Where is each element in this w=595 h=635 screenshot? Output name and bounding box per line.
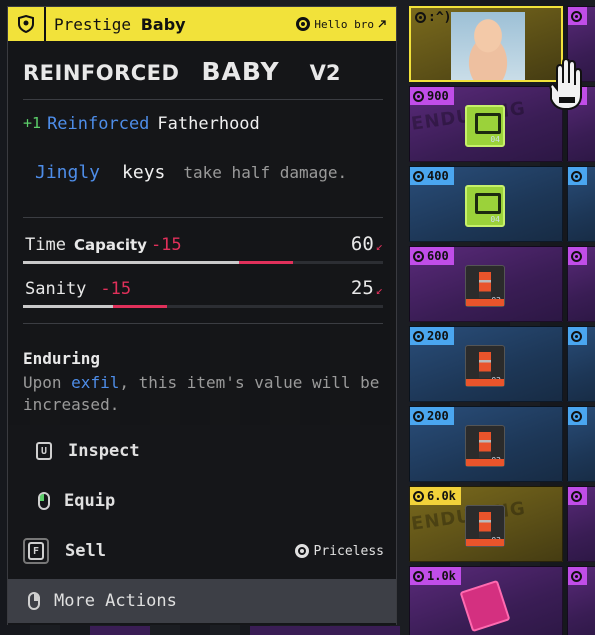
price-badge: 900 [410, 87, 454, 105]
price-badge: 600 [410, 247, 454, 265]
coin-icon [413, 170, 424, 182]
item-tooltip: Prestige Baby Hello bro REINFORCED BABY … [7, 6, 397, 625]
trait-line: +1 Reinforced Fatherhood [23, 114, 260, 134]
stat-bar-fill [23, 305, 113, 308]
perk-title: Enduring [23, 349, 101, 368]
divider [23, 217, 383, 218]
mouse-right-click-icon [28, 592, 40, 610]
hand-cursor-icon [549, 59, 582, 110]
coin-icon [571, 250, 582, 262]
item-tag: 03 [491, 536, 501, 545]
price-badge: 200 [410, 407, 454, 425]
inventory-cell[interactable] [567, 246, 595, 322]
coin-icon [571, 490, 582, 502]
price-badge [568, 167, 587, 185]
orange-robot-icon: 02 [465, 345, 505, 387]
price-badge: 200 [410, 327, 454, 345]
inventory-cell[interactable]: 200 02 [409, 406, 563, 482]
action-menu: U Inspect Equip F Sell Priceless More Ac [8, 425, 396, 625]
sell-action[interactable]: F Sell Priceless [8, 529, 396, 573]
price-badge: :^) [415, 10, 451, 25]
inventory-cell[interactable]: 200 02 [409, 326, 563, 402]
stat-bar [23, 305, 383, 308]
coin-icon [294, 544, 309, 558]
inventory-cell[interactable] [567, 166, 595, 242]
coin-icon [413, 490, 424, 502]
pink-chest-icon [459, 579, 511, 633]
key-f-icon: F [23, 538, 49, 564]
coin-icon [413, 410, 424, 422]
coin-icon [413, 330, 424, 342]
price-badge: 1.0k [410, 567, 461, 585]
stat-time-capacity: Time Capacity -15 60 ↙ [23, 233, 383, 264]
baby-photo [451, 12, 525, 80]
inventory-cell[interactable]: 400 04 [409, 166, 563, 242]
coin-icon [571, 170, 582, 182]
orange-robot-icon: 03 [465, 505, 505, 547]
stat-sanity: Sanity -15 25 ↙ [23, 277, 383, 308]
item-name: REINFORCED BABY V2 [23, 57, 341, 86]
stat-bar-loss [113, 305, 167, 308]
coin-icon [571, 410, 582, 422]
decrease-arrow-icon: ↙ [375, 283, 383, 297]
price-badge [568, 247, 587, 265]
price-badge: 400 [410, 167, 454, 185]
stat-bar [23, 261, 383, 264]
mouse-left-click-icon [38, 492, 50, 510]
more-actions-button[interactable]: More Actions [8, 579, 396, 623]
price-badge [568, 407, 587, 425]
item-tag: 02 [491, 456, 501, 465]
inventory-cell[interactable] [567, 486, 595, 562]
price-badge [568, 7, 587, 25]
divider [23, 99, 383, 100]
shield-icon [8, 7, 46, 41]
inventory-cell[interactable] [567, 406, 595, 482]
key-u-icon: U [36, 442, 52, 460]
effect-text: Jingly keys take half damage. [35, 162, 348, 183]
orange-robot-icon: 02 [465, 265, 505, 307]
coin-icon [415, 12, 426, 23]
inventory-cell[interactable] [567, 566, 595, 635]
price-badge [568, 567, 587, 585]
item-tag: 02 [491, 296, 501, 305]
inventory-cell[interactable]: ENDURING90004 [409, 86, 563, 162]
sell-price: Priceless [294, 544, 384, 559]
green-device-icon: 04 [465, 105, 505, 147]
stat-bar-loss [239, 261, 293, 264]
external-link-icon [378, 20, 386, 28]
coin-icon [413, 90, 424, 102]
perk-description: Upon exfil, this item's value will be in… [23, 373, 380, 414]
perk-block: Enduring Upon exfil, this item's value w… [23, 349, 383, 416]
inventory-cell[interactable]: 1.0k [409, 566, 563, 635]
equip-action[interactable]: Equip [8, 479, 396, 523]
price-badge [568, 327, 587, 345]
decrease-arrow-icon: ↙ [375, 239, 383, 253]
inventory-cell-selected[interactable]: :^) [409, 6, 563, 82]
inventory-cell[interactable] [567, 326, 595, 402]
owner-link[interactable]: Hello bro [296, 17, 386, 31]
coin-icon [571, 10, 582, 22]
item-tag: 04 [490, 215, 500, 224]
inventory-cell[interactable]: ENDURING6.0k03 [409, 486, 563, 562]
coin-icon [296, 17, 311, 31]
tooltip-header: Prestige Baby Hello bro [8, 7, 396, 41]
coin-icon [571, 570, 582, 582]
price-badge: 6.0k [410, 487, 461, 505]
inventory-cell[interactable]: 600 02 [409, 246, 563, 322]
divider [23, 323, 383, 324]
coin-icon [413, 570, 424, 582]
coin-icon [571, 330, 582, 342]
green-device-icon: 04 [465, 185, 505, 227]
coin-icon [413, 250, 424, 262]
item-tag: 02 [491, 376, 501, 385]
stat-bar-fill [23, 261, 239, 264]
tooltip-title: Prestige Baby [54, 14, 186, 34]
item-tag: 04 [490, 135, 500, 144]
orange-robot-icon: 02 [465, 425, 505, 467]
inspect-action[interactable]: U Inspect [8, 429, 396, 473]
price-badge [568, 487, 587, 505]
